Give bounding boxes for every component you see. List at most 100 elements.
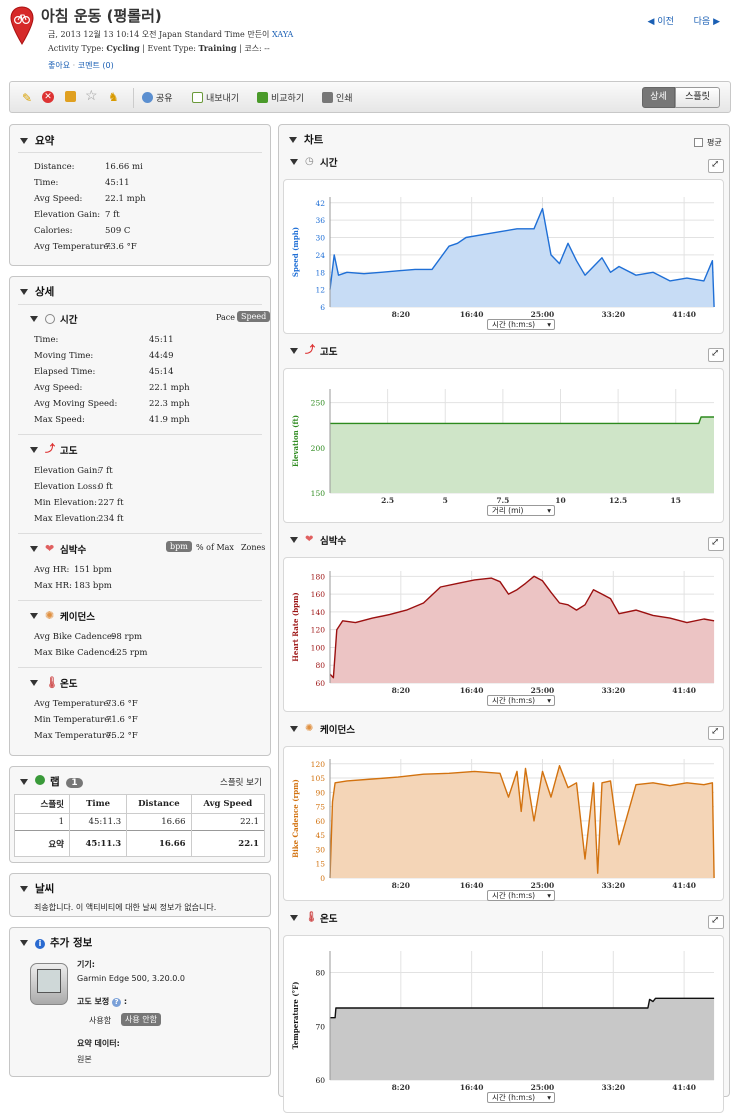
x-tick-label: 5 (443, 496, 448, 505)
like-link[interactable]: 좋아요 (48, 61, 70, 70)
temp-value: 71.6 °F (106, 715, 138, 725)
activity-type-line: Activity Type: Cycling | Event Type: Tra… (48, 43, 270, 53)
elevation-section-header[interactable]: ⤴ 고도 (30, 443, 77, 457)
user-badge-icon[interactable]: ♞ (108, 90, 119, 104)
x-tick-label: 41:40 (672, 881, 696, 890)
y-tick-label: 24 (315, 251, 325, 260)
extra-info-header[interactable]: i 추가 정보 (20, 935, 92, 950)
thermometer-icon: 🌡 (305, 912, 318, 923)
elevation-label: Elevation Gain: (34, 466, 101, 476)
time-value: 22.3 mph (149, 399, 190, 409)
chart-section-title: 심박수 (320, 536, 347, 547)
cadence-section-header[interactable]: ✺ 케이던스 (30, 609, 95, 623)
share-button[interactable]: 공유 (142, 91, 173, 104)
cadence-value: 98 rpm (111, 632, 143, 642)
lap-cell: 1 (14, 813, 70, 831)
next-link[interactable]: 다음 (694, 17, 711, 27)
average-checkbox[interactable] (694, 138, 703, 147)
prev-arrow-icon[interactable]: ◀ (648, 17, 655, 27)
charts-header[interactable]: 차트 (289, 132, 323, 147)
details-panel: 상세 시간 Pace Speed Time: 45:11 Moving Time… (9, 276, 271, 756)
export-button[interactable]: 내보내기 (192, 91, 239, 104)
collapse-arrow-icon (30, 447, 38, 453)
time-label: Elapsed Time: (34, 367, 96, 377)
x-axis-label: 거리 (mi) (492, 506, 524, 515)
collapse-arrow-icon (30, 680, 38, 686)
edit-icon[interactable]: ✎ (22, 91, 32, 105)
elevation-chart-header[interactable]: ⤴ 고도 (290, 344, 337, 358)
laps-header[interactable]: 랩 1 (20, 774, 83, 789)
y-tick-label: 0 (320, 874, 325, 883)
x-tick-label: 41:40 (672, 1083, 696, 1092)
chevron-down-icon: ▾ (547, 1093, 551, 1102)
y-tick-label: 120 (311, 626, 326, 635)
split-view-button[interactable]: 스플릿 (675, 87, 720, 108)
view-splits-link[interactable]: 스플릿 보기 (220, 776, 262, 788)
summary-label: Avg Speed: (34, 194, 83, 204)
expand-chart-button[interactable]: ⤢ (708, 915, 724, 929)
prev-link[interactable]: 이전 (657, 17, 674, 27)
temperature-chart-header[interactable]: 🌡 온도 (290, 911, 337, 925)
expand-chart-button[interactable]: ⤢ (708, 537, 724, 551)
cadence-chart-header[interactable]: ✺ 케이던스 (290, 722, 355, 736)
speed-chart-svg: 6 12 18 24 30 36 42 8:20 16:40 25:00 33:20 41:40 Spe… (291, 197, 715, 319)
zones-toggle[interactable]: Zones (237, 542, 269, 553)
author-link[interactable]: XAYA (272, 30, 293, 39)
chart-section-title: 시간 (320, 158, 338, 169)
elev-corr-use-toggle[interactable]: 사용함 (85, 1014, 115, 1027)
expand-chart-button[interactable]: ⤢ (708, 726, 724, 740)
comments-link[interactable]: 코멘트 (0) (78, 61, 114, 70)
summary-value: 7 ft (105, 210, 120, 220)
x-tick-label: 7.5 (496, 496, 509, 505)
favorite-star-icon[interactable]: ☆ (85, 88, 98, 104)
collapse-arrow-icon (289, 137, 297, 143)
lock-icon[interactable] (65, 91, 76, 102)
y-axis-label: Speed (mph) (291, 227, 300, 277)
time-label: Moving Time: (34, 351, 94, 361)
hr-label: Avg HR: (34, 565, 70, 575)
expand-chart-button[interactable]: ⤢ (708, 348, 724, 362)
hr-value: 183 bpm (74, 581, 112, 591)
pace-toggle[interactable]: Pace (212, 312, 239, 323)
y-tick-label: 70 (315, 1022, 325, 1031)
event-type-value: Training (198, 43, 237, 53)
bpm-toggle[interactable]: bpm (166, 541, 192, 552)
pct-max-toggle[interactable]: % of Max (192, 542, 238, 553)
x-tick-label: 33:20 (601, 686, 625, 695)
x-tick-label: 10 (555, 496, 565, 505)
summary-value: 22.1 mph (105, 194, 146, 204)
speed-chart-header[interactable]: ◷ 시간 (290, 155, 337, 169)
help-icon[interactable]: ? (112, 998, 122, 1007)
time-section-header[interactable]: 시간 (30, 312, 77, 326)
x-tick-label: 8:20 (392, 686, 410, 695)
x-axis-select[interactable]: 시간 (h:m:s) ▾ (487, 1092, 555, 1103)
summary-label: Time: (34, 178, 59, 188)
y-tick-label: 200 (311, 444, 326, 453)
temperature-section-header[interactable]: 🌡 온도 (30, 676, 77, 690)
x-axis-select[interactable]: 시간 (h:m:s) ▾ (487, 890, 555, 901)
delete-icon[interactable]: ✕ (42, 91, 54, 103)
elev-corr-off-toggle[interactable]: 사용 안함 (121, 1013, 161, 1026)
heartrate-section-header[interactable]: ❤ 심박수 (30, 542, 86, 556)
x-axis-select[interactable]: 시간 (h:m:s) ▾ (487, 695, 555, 706)
summary-header[interactable]: 요약 (20, 133, 54, 148)
x-axis-select[interactable]: 시간 (h:m:s) ▾ (487, 319, 555, 330)
next-arrow-icon[interactable]: ▶ (713, 17, 720, 27)
extra-info-panel: i 추가 정보 기기: Garmin Edge 500, 3.20.0.0 고도 … (9, 927, 271, 1077)
temp-label: Avg Temperature: (34, 699, 112, 709)
detail-view-button[interactable]: 상세 (642, 87, 675, 108)
heart-icon: ❤ (305, 534, 314, 545)
temperature-chart: 60 70 80 8:20 16:40 25:00 33:20 41:40 Temperatur… (283, 935, 724, 1113)
details-header[interactable]: 상세 (20, 284, 54, 299)
x-axis-select[interactable]: 거리 (mi) ▾ (487, 505, 555, 516)
clock-icon (45, 314, 55, 324)
expand-chart-button[interactable]: ⤢ (708, 159, 724, 173)
y-tick-label: 150 (311, 489, 326, 498)
laps-col-header: Distance (126, 794, 192, 814)
speed-toggle[interactable]: Speed (237, 311, 271, 322)
print-button[interactable]: 인쇄 (322, 91, 353, 104)
heart-rate-chart: 60 80 100 120 140 160 180 8:20 16:40 25:00 33:20 41… (283, 557, 724, 712)
weather-header[interactable]: 날씨 (20, 881, 54, 896)
compare-button[interactable]: 비교하기 (257, 91, 304, 104)
heart-rate-chart-header[interactable]: ❤ 심박수 (290, 533, 346, 547)
